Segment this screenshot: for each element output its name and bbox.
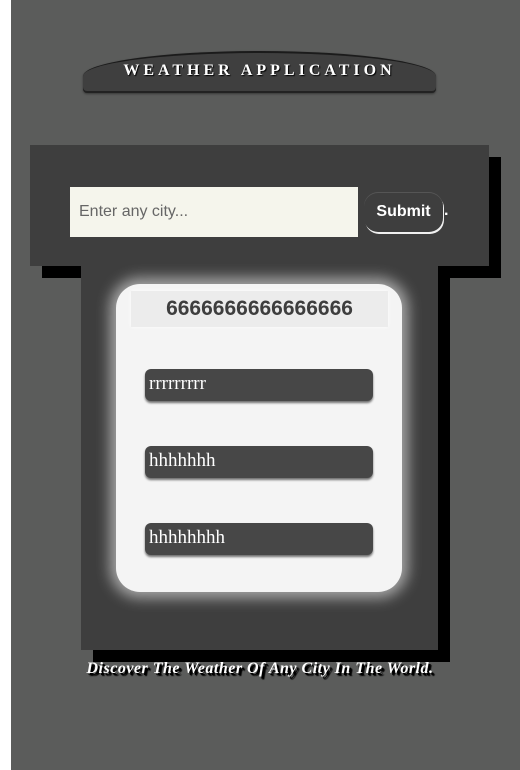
footer-tagline: Discover The Weather Of Any City In The …: [86, 660, 434, 677]
result-heading: 6666666666666666: [131, 291, 388, 327]
result-field-1: rrrrrrrrr: [145, 369, 373, 401]
app-title: WEATHER APPLICATION: [123, 62, 396, 79]
city-search-input[interactable]: [70, 187, 358, 237]
result-field-2: hhhhhhh: [145, 446, 373, 478]
result-field-3: hhhhhhhh: [145, 523, 373, 555]
trailing-dot: .: [444, 202, 449, 219]
submit-button[interactable]: Submit: [364, 192, 443, 232]
